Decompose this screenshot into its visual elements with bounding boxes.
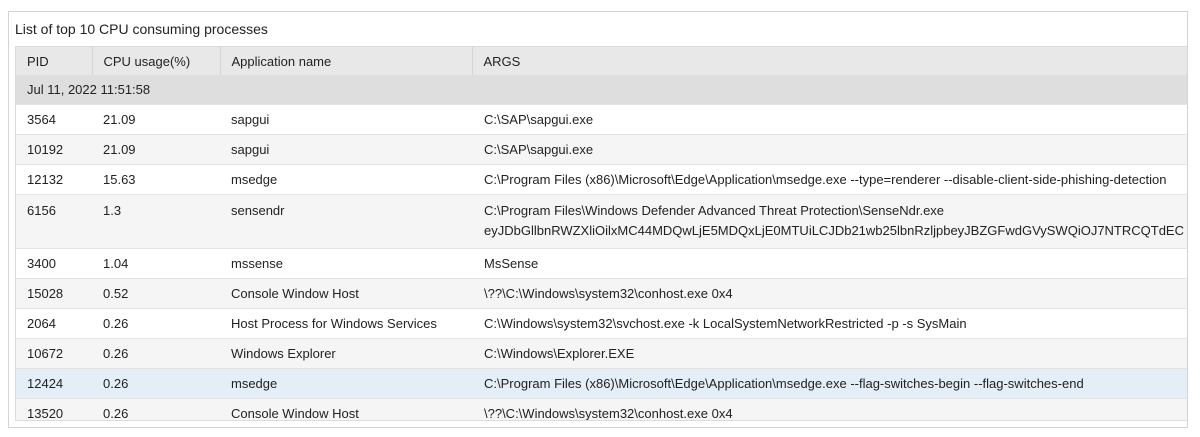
column-header-args[interactable]: ARGS: [472, 47, 1187, 75]
cell-cpu-usage: 0.26: [92, 368, 220, 399]
table-row[interactable]: 2064 0.26 Host Process for Windows Service…: [16, 308, 1187, 339]
cell-args: C:\SAP\sapgui.exe: [472, 104, 1187, 135]
column-header-pid[interactable]: PID: [16, 47, 93, 75]
args-line: C:\Windows\Explorer.EXE: [484, 346, 635, 361]
cell-cpu-usage: 0.52: [92, 278, 220, 309]
column-header-application-name[interactable]: Application name: [220, 47, 473, 75]
processes-table: PID CPU usage(%) Application name ARGS J…: [16, 47, 1187, 421]
args-line: eyJDbGllbnRWZXliOilxMC44MDQwLjE5MDQxLjE0…: [484, 223, 1184, 238]
cell-application-name: sapgui: [220, 104, 472, 135]
cell-args: MsSense: [472, 248, 1187, 279]
cell-args: C:\Program Files (x86)\Microsoft\Edge\Ap…: [472, 368, 1187, 399]
cell-args: \??\C:\Windows\system32\conhost.exe 0x4: [472, 398, 1187, 421]
cell-pid: 3564: [16, 104, 92, 135]
cpu-processes-panel: List of top 10 CPU consuming processes P…: [8, 11, 1188, 428]
cell-application-name: mssense: [220, 248, 472, 279]
cell-pid: 10192: [16, 134, 92, 165]
cell-application-name: Console Window Host: [220, 398, 472, 420]
args-line: C:\Windows\system32\svchost.exe -k Local…: [484, 316, 967, 331]
cell-args: C:\Windows\system32\svchost.exe -k Local…: [472, 308, 1187, 339]
table-row[interactable]: 13520 0.26 Console Window Host \??\C:\Windo…: [16, 398, 1187, 421]
cell-application-name: Windows Explorer: [220, 338, 472, 369]
cell-args: C:\Windows\Explorer.EXE: [472, 338, 1187, 369]
cell-pid: 15028: [16, 278, 92, 309]
args-line: MsSense: [484, 256, 539, 271]
args-line: C:\Program Files (x86)\Microsoft\Edge\Ap…: [484, 172, 1167, 187]
cell-pid: 12132: [16, 164, 92, 195]
cell-application-name: Host Process for Windows Services: [220, 308, 472, 339]
cell-cpu-usage: 0.26: [92, 338, 220, 369]
table-header-row: PID CPU usage(%) Application name ARGS: [16, 47, 1187, 75]
table-row[interactable]: 3564 21.09 sapgui C:\SAP\sapgui.exe: [16, 104, 1187, 135]
table-row[interactable]: 6156 1.3 sensendr C:\Program Files\Windows …: [16, 194, 1187, 249]
table-row[interactable]: 12132 15.63 msedge C:\Program Files (x86)\M…: [16, 164, 1187, 195]
cell-application-name: msedge: [220, 368, 472, 399]
args-line: \??\C:\Windows\system32\conhost.exe 0x4: [484, 406, 733, 421]
processes-table-container[interactable]: PID CPU usage(%) Application name ARGS J…: [15, 46, 1187, 421]
args-line: C:\Program Files\Windows Defender Advanc…: [484, 203, 945, 218]
cell-application-name: sensendr: [220, 194, 472, 249]
cell-pid: 2064: [16, 308, 92, 339]
cell-application-name: Console Window Host: [220, 278, 472, 309]
group-row-timestamp: Jul 11, 2022 11:51:58: [16, 75, 1187, 105]
cell-cpu-usage: 0.26: [92, 308, 220, 339]
args-line: C:\Program Files (x86)\Microsoft\Edge\Ap…: [484, 376, 1084, 391]
cell-args: C:\Program Files\Windows Defender Advanc…: [472, 194, 1187, 249]
table-row[interactable]: 15028 0.52 Console Window Host \??\C:\Windo…: [16, 278, 1187, 309]
table-row[interactable]: 3400 1.04 mssense MsSense: [16, 248, 1187, 279]
cell-cpu-usage: 0.26: [92, 398, 220, 420]
args-line: \??\C:\Windows\system32\conhost.exe 0x4: [484, 286, 733, 301]
cell-cpu-usage: 21.09: [92, 134, 220, 165]
cell-cpu-usage: 21.09: [92, 104, 220, 135]
cell-pid: 6156: [16, 194, 92, 249]
cell-cpu-usage: 1.3: [92, 194, 220, 249]
cell-application-name: msedge: [220, 164, 472, 195]
group-label: Jul 11, 2022 11:51:58: [16, 75, 1187, 105]
args-line: C:\SAP\sapgui.exe: [484, 112, 594, 127]
cell-args: \??\C:\Windows\system32\conhost.exe 0x4: [472, 278, 1187, 309]
table-row[interactable]: 12424 0.26 msedge C:\Program Files (x86)\Mi…: [16, 368, 1187, 399]
cell-cpu-usage: 15.63: [92, 164, 220, 195]
table-row[interactable]: 10672 0.26 Windows Explorer C:\Windows\Expl…: [16, 338, 1187, 369]
cell-pid: 12424: [16, 368, 92, 399]
cell-args: C:\Program Files (x86)\Microsoft\Edge\Ap…: [472, 164, 1187, 195]
column-header-cpu-usage[interactable]: CPU usage(%): [92, 47, 221, 75]
cell-pid: 13520: [16, 398, 92, 420]
cell-application-name: sapgui: [220, 134, 472, 165]
cell-pid: 3400: [16, 248, 92, 279]
panel-title: List of top 10 CPU consuming processes: [15, 21, 268, 37]
cell-args: C:\SAP\sapgui.exe: [472, 134, 1187, 165]
cell-pid: 10672: [16, 338, 92, 369]
args-line: C:\SAP\sapgui.exe: [484, 142, 594, 157]
table-row[interactable]: 10192 21.09 sapgui C:\SAP\sapgui.exe: [16, 134, 1187, 165]
cell-cpu-usage: 1.04: [92, 248, 220, 279]
